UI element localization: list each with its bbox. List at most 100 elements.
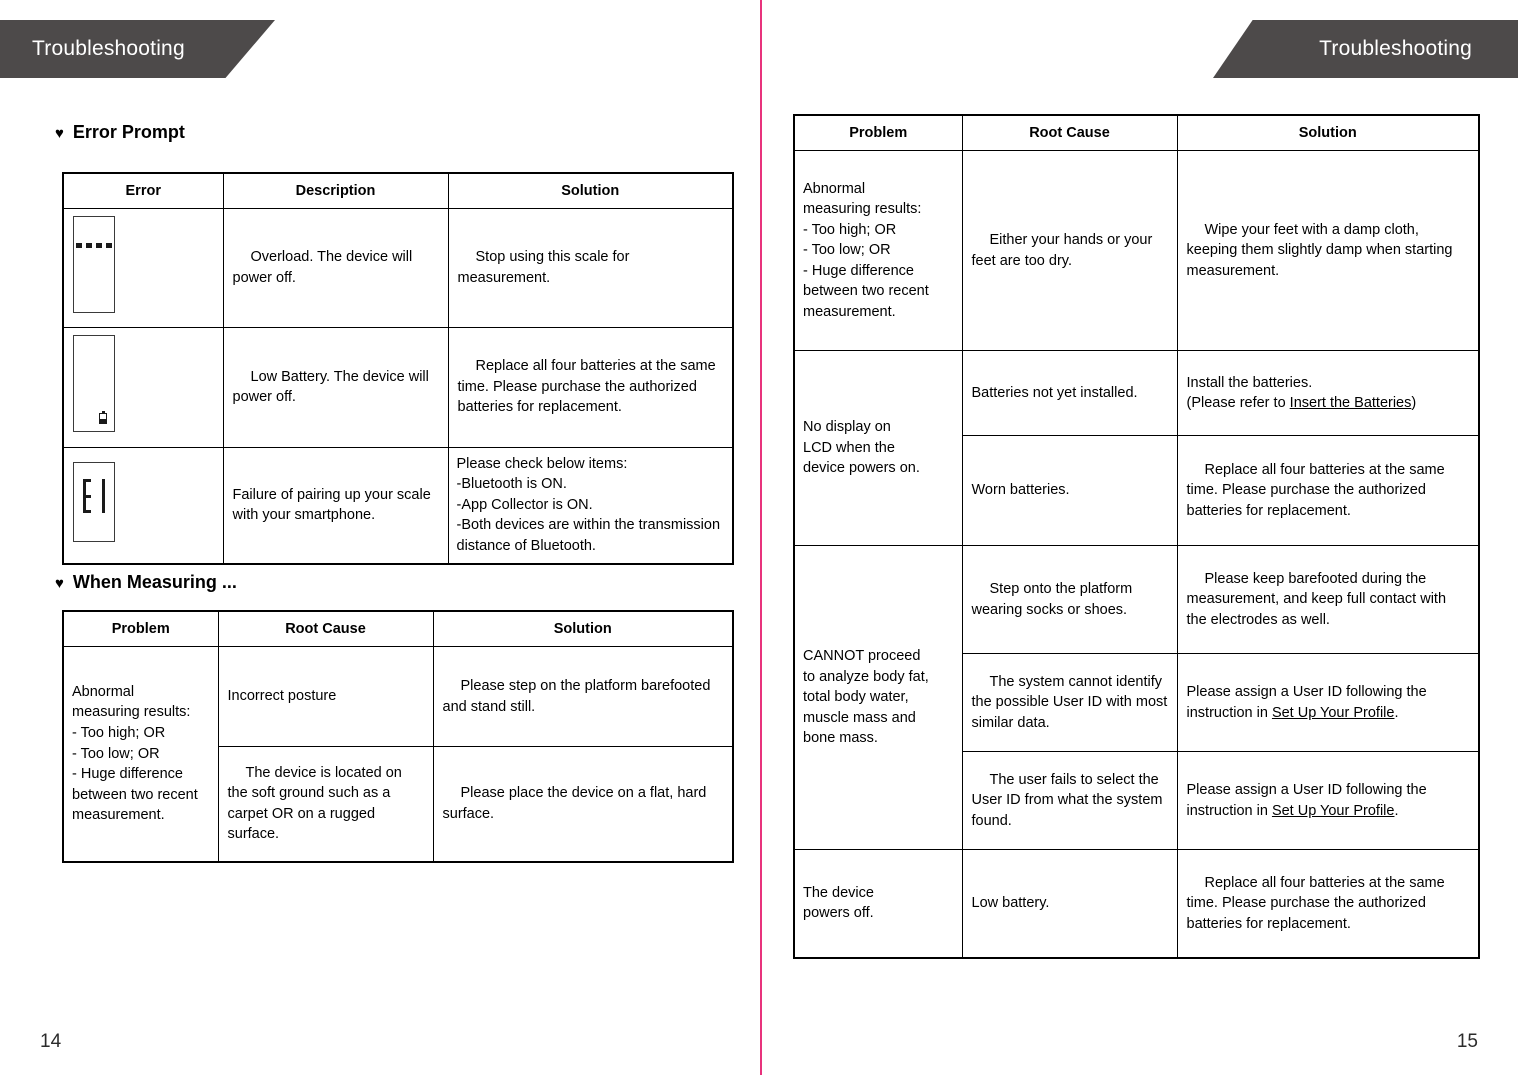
table-header-row: Problem Root Cause Solution — [793, 114, 1480, 152]
chapter-tab-left-label: Troubleshooting — [32, 37, 185, 60]
error-prompt-table: Error Description Solution Overload. The… — [62, 172, 734, 565]
cross-reference-link-set-up-your-profile[interactable]: Set Up Your Profile — [1272, 803, 1395, 819]
problem-line: - Too low; OR — [72, 745, 160, 762]
lcd-dashes — [74, 243, 114, 249]
problem-line: powers off. — [803, 905, 874, 922]
chapter-tab-right: Troubleshooting — [1213, 20, 1518, 78]
cross-reference-link-set-up-your-profile[interactable]: Set Up Your Profile — [1272, 705, 1395, 721]
right-page: Troubleshooting Problem Root Cause Solut… — [760, 0, 1518, 1075]
solution-line: -Bluetooth is ON. — [456, 476, 567, 493]
solution-line: -App Collector is ON. — [456, 496, 593, 513]
problem-line: - Huge difference — [803, 262, 914, 279]
solution-replace-batteries-2: Replace all four batteries at the same t… — [1176, 849, 1480, 959]
solution-text-after: . — [1394, 704, 1399, 721]
solution-line: Please check below items: — [456, 455, 628, 472]
table-row: Overload. The device will power off. Sto… — [62, 208, 734, 328]
table-row: Low Battery. The device will power off. … — [62, 326, 734, 448]
root-cause-socks-or-shoes: Step onto the platform wearing socks or … — [961, 545, 1178, 655]
table-row: No display on LCD when the device powers… — [793, 350, 1480, 547]
solution-line-with-link: (Please refer to Insert the Batteries) — [1187, 393, 1470, 414]
problem-line: LCD when the — [803, 439, 895, 456]
section-heading-error-prompt: ♥ Error Prompt — [55, 122, 185, 143]
table-row: Failure of pairing up your scale with yo… — [62, 446, 734, 565]
page-number-left: 14 — [40, 1031, 62, 1052]
root-cause-dry-hands-feet: Either your hands or your feet are too d… — [961, 150, 1178, 352]
problem-cell-cannot-proceed: CANNOT proceed to analyze body fat, tota… — [793, 545, 963, 851]
col-header-solution: Solution — [1176, 114, 1480, 152]
solution-wipe-feet: Wipe your feet with a damp cloth, keepin… — [1176, 150, 1480, 352]
problem-line: measuring results: — [72, 704, 191, 721]
chapter-tab-right-label: Troubleshooting — [1319, 37, 1472, 60]
problem-line: device powers on. — [803, 460, 920, 477]
error-icon-cell-overload — [62, 208, 224, 328]
battery-symbol-icon — [99, 411, 107, 425]
section-heading-when-measuring: ♥ When Measuring ... — [55, 572, 237, 593]
problem-line: - Too low; OR — [803, 242, 891, 259]
heart-bullet-icon: ♥ — [55, 575, 64, 592]
col-header-problem: Problem — [793, 114, 963, 152]
solution-text-after: ) — [1411, 395, 1417, 412]
problem-line: - Too high; OR — [803, 221, 897, 238]
col-header-solution: Solution — [432, 610, 734, 648]
problem-line: The device — [803, 884, 874, 901]
problem-line: muscle mass and — [803, 709, 916, 726]
page-gutter-divider — [760, 0, 762, 1075]
table-header-row: Problem Root Cause Solution — [62, 610, 734, 648]
root-cause-incorrect-posture: Incorrect posture — [217, 646, 434, 748]
error-description-pairing: Failure of pairing up your scale with yo… — [222, 446, 449, 565]
error-description-overload: Overload. The device will power off. — [222, 208, 449, 328]
solution-keep-barefooted: Please keep barefooted during the measur… — [1176, 545, 1480, 655]
error-solution-overload: Stop using this scale for measurement. — [447, 208, 734, 328]
segment-digit-one — [102, 478, 105, 513]
solution-line-with-link: Please assign a User ID following the in… — [1187, 682, 1470, 723]
solution-line: -Both devices are within the transmissio… — [456, 517, 721, 555]
problem-line: measuring results: — [803, 201, 922, 218]
problem-line: - Too high; OR — [72, 725, 166, 741]
root-cause-user-fails-to-select: The user fails to select the User ID fro… — [961, 751, 1178, 851]
problem-line: measurement. — [803, 304, 896, 321]
when-measuring-table: Problem Root Cause Solution Abnormal mea… — [62, 610, 734, 863]
table-row: The device powers off. Low battery. Repl… — [793, 849, 1480, 959]
solution-line-with-link: Please assign a User ID following the in… — [1187, 780, 1470, 821]
root-cause-batteries-not-installed: Batteries not yet installed. — [961, 350, 1178, 437]
cross-reference-link-insert-batteries[interactable]: Insert the Batteries — [1290, 395, 1412, 411]
col-header-solution: Solution — [447, 172, 734, 210]
problem-line: Abnormal — [803, 180, 866, 197]
section-heading-error-prompt-label: Error Prompt — [72, 122, 185, 142]
solution-text-before: (Please refer to — [1186, 395, 1290, 412]
error-solution-low-battery: Replace all four batteries at the same t… — [447, 326, 734, 448]
problem-line: total body water, — [803, 689, 909, 706]
solution-soft-ground: Please place the device on a flat, hard … — [432, 746, 734, 863]
section-heading-when-measuring-label: When Measuring ... — [72, 572, 237, 592]
problem-cell-device-powers-off: The device powers off. — [793, 849, 963, 959]
two-page-spread: Troubleshooting ♥ Error Prompt Error Des… — [0, 0, 1518, 1075]
solution-line: Install the batteries. — [1186, 374, 1313, 391]
problem-line: between two recent — [803, 283, 929, 300]
heart-bullet-icon: ♥ — [55, 125, 64, 142]
problem-line: No display on — [803, 419, 891, 436]
col-header-description: Description — [222, 172, 449, 210]
table-row: CANNOT proceed to analyze body fat, tota… — [793, 545, 1480, 851]
error-icon-cell-low-battery — [62, 326, 224, 448]
col-header-error: Error — [62, 172, 224, 210]
segment-letter-e — [83, 478, 92, 513]
table-header-row: Error Description Solution — [62, 172, 734, 210]
error-solution-pairing: Please check below items: -Bluetooth is … — [447, 446, 734, 565]
table-row: Abnormal measuring results: - Too high; … — [793, 150, 1480, 352]
root-cause-low-battery: Low battery. — [961, 849, 1178, 959]
chapter-tab-left: Troubleshooting — [0, 20, 275, 78]
problem-cell-no-display: No display on LCD when the device powers… — [793, 350, 963, 547]
problem-line: - Huge difference — [72, 766, 183, 783]
error-icon-cell-pairing — [62, 446, 224, 565]
solution-incorrect-posture: Please step on the platform barefooted a… — [432, 646, 734, 748]
solution-assign-user-id-1: Please assign a User ID following the in… — [1176, 653, 1480, 753]
solution-text-after: . — [1394, 802, 1399, 819]
troubleshooting-table-continued: Problem Root Cause Solution Abnormal mea… — [793, 114, 1480, 959]
root-cause-cannot-identify-user-id: The system cannot identify the possible … — [961, 653, 1178, 753]
table-row: Abnormal measuring results: - Too high; … — [62, 646, 734, 863]
lcd-low-battery-icon — [73, 335, 115, 433]
lcd-err1-icon — [73, 461, 115, 542]
page-number-right: 15 — [1456, 1031, 1478, 1052]
problem-cell-abnormal-results: Abnormal measuring results: - Too high; … — [793, 150, 963, 352]
col-header-root-cause: Root Cause — [217, 610, 434, 648]
